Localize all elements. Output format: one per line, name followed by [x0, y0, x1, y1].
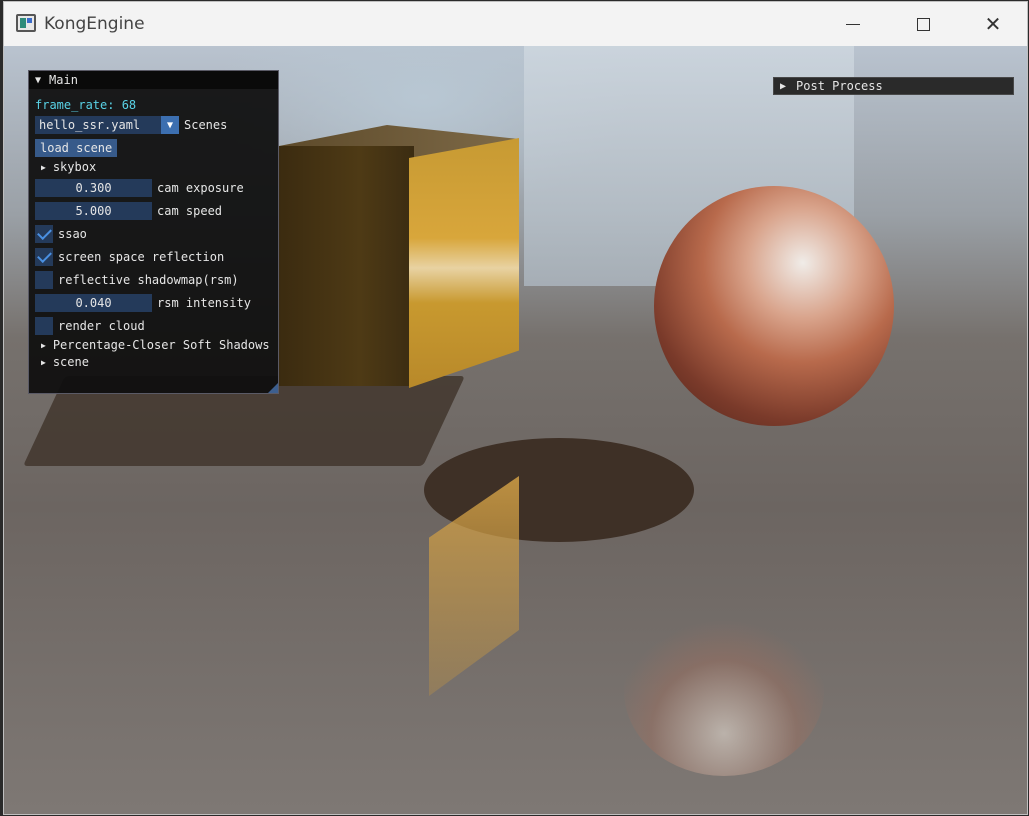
pcss-label: Percentage-Closer Soft Shadows — [52, 338, 270, 352]
scene-tree-node[interactable]: ▶ scene — [35, 355, 89, 369]
render-cloud-label: render cloud — [58, 319, 145, 333]
post-process-title: Post Process — [796, 79, 883, 93]
collapse-arrow-icon: ▼ — [35, 74, 42, 86]
post-process-panel[interactable]: ▶ Post Process — [773, 77, 1014, 95]
dropdown-arrow-icon[interactable]: ▼ — [161, 116, 179, 134]
maximize-button[interactable] — [888, 2, 958, 46]
rsm-intensity-input[interactable]: 0.040 — [35, 294, 152, 312]
titlebar[interactable]: KongEngine ✕ — [4, 2, 1027, 46]
ssao-label: ssao — [58, 227, 87, 241]
rusty-sphere — [654, 186, 894, 426]
expand-arrow-icon: ▶ — [41, 357, 46, 367]
rsm-label: reflective shadowmap(rsm) — [58, 273, 239, 287]
main-panel[interactable]: ▼ Main frame_rate: 68 hello_ssr.yaml ▼ S… — [28, 70, 279, 394]
cam-exposure-input[interactable]: 0.300 — [35, 179, 152, 197]
checkmark-icon — [36, 248, 52, 264]
skybox-label: skybox — [52, 160, 97, 174]
cam-speed-input[interactable]: 5.000 — [35, 202, 152, 220]
cam-speed-label: cam speed — [157, 204, 223, 218]
minimize-button[interactable] — [818, 2, 888, 46]
pcss-tree-node[interactable]: ▶ Percentage-Closer Soft Shadows — [35, 338, 270, 352]
render-viewport[interactable]: ▼ Main frame_rate: 68 hello_ssr.yaml ▼ S… — [4, 46, 1027, 814]
cam-exposure-label: cam exposure — [157, 181, 244, 195]
ssr-label: screen space reflection — [58, 250, 225, 264]
app-window: KongEngine ✕ ▼ Main frame_rate: 68 hello… — [3, 1, 1028, 815]
close-button[interactable]: ✕ — [958, 2, 1027, 46]
scene-label: scene — [52, 355, 89, 369]
scene-combo-label: Scenes — [184, 118, 228, 132]
rsm-checkbox[interactable] — [35, 271, 53, 289]
expand-arrow-icon: ▶ — [780, 80, 787, 92]
app-icon — [16, 14, 36, 32]
main-panel-header[interactable]: ▼ Main — [29, 71, 278, 89]
expand-arrow-icon: ▶ — [41, 340, 46, 350]
scene-combo[interactable]: hello_ssr.yaml ▼ — [35, 116, 179, 134]
cube-side-face — [409, 138, 519, 388]
main-panel-title: Main — [49, 73, 78, 87]
skybox-tree-node[interactable]: ▶ skybox — [35, 160, 96, 174]
resize-grip-icon[interactable] — [268, 383, 278, 393]
minimize-icon — [846, 23, 860, 25]
window-title: KongEngine — [44, 14, 145, 34]
rsm-intensity-label: rsm intensity — [157, 296, 251, 310]
frame-rate-text: frame_rate: 68 — [35, 98, 137, 112]
sphere-reflection — [624, 606, 824, 776]
maximize-icon — [916, 17, 930, 31]
checkmark-icon — [36, 225, 52, 241]
close-icon: ✕ — [984, 13, 1002, 36]
ssao-checkbox[interactable] — [35, 225, 53, 243]
expand-arrow-icon: ▶ — [41, 162, 46, 172]
cube-front-face — [279, 146, 414, 386]
load-scene-button[interactable]: load scene — [35, 139, 118, 157]
scene-combo-value: hello_ssr.yaml — [39, 118, 141, 132]
render-cloud-checkbox[interactable] — [35, 317, 53, 335]
ssr-checkbox[interactable] — [35, 248, 53, 266]
